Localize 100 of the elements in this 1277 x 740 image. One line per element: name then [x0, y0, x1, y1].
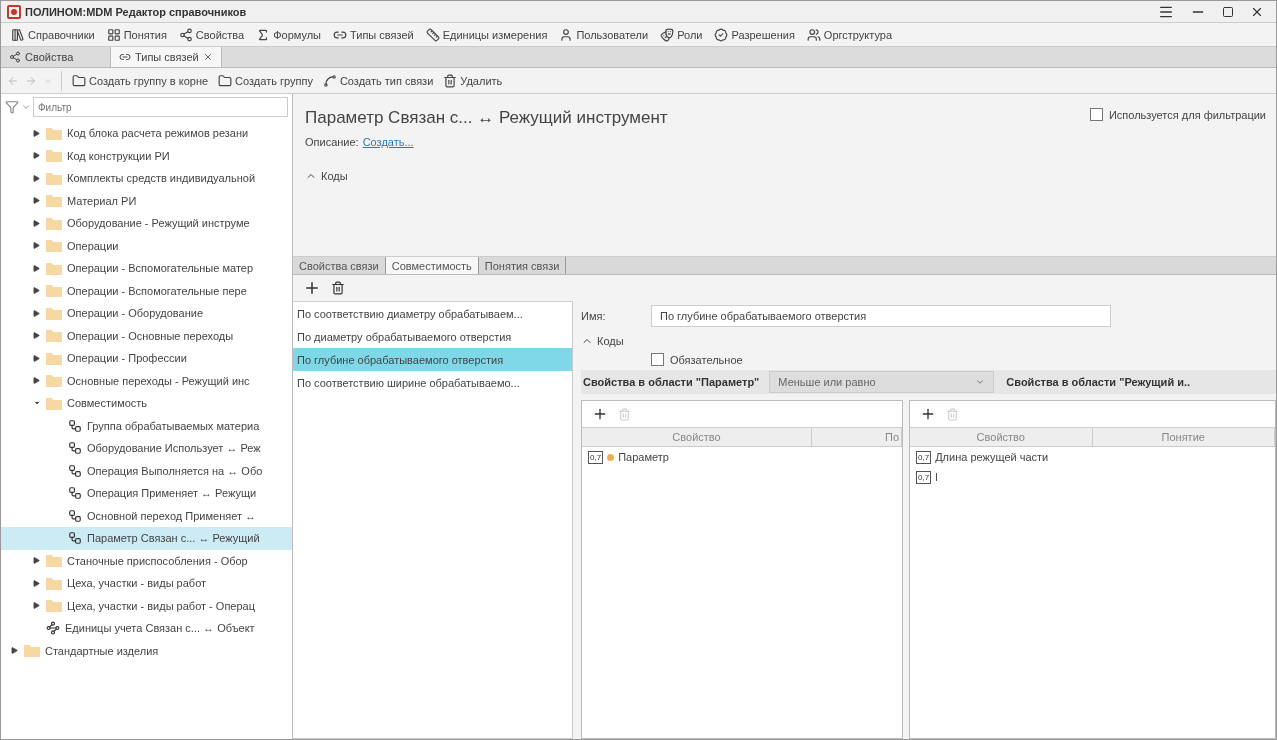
filter-checkbox[interactable]: Используется для фильтрации [1089, 108, 1266, 121]
tree-item[interactable]: Основной переход Применяет ↔ [1, 504, 292, 527]
property-name: Длина режущей части [935, 451, 1049, 463]
folder-icon [72, 73, 86, 88]
tree-item[interactable]: Материал РИ [1, 189, 292, 212]
tree-item[interactable]: Цеха, участки - виды работ [1, 572, 292, 595]
expander-icon[interactable] [11, 647, 19, 655]
relation-title: Параметр Связан с... ↔ Режущий инструмент [305, 108, 668, 128]
operator-dropdown[interactable]: Меньше или равно [769, 371, 995, 393]
codes-toggle[interactable]: Коды [581, 335, 1276, 347]
toolbar-button[interactable]: Создать группу в корне [72, 73, 209, 88]
tree-item[interactable]: Основные переходы - Режущий инс [1, 369, 292, 392]
expander-icon[interactable] [33, 377, 41, 385]
toolbar-button[interactable]: Создать группу [218, 73, 313, 88]
tree-item[interactable]: Группа обрабатываемых материа [1, 414, 292, 437]
menu-item[interactable]: Роли [660, 27, 703, 42]
tree-item[interactable]: Операции [1, 234, 292, 257]
tree-item[interactable]: Стандартные изделия [1, 639, 292, 662]
list-item[interactable]: По диаметру обрабатываемого отверстия [293, 325, 572, 348]
masks-icon [660, 27, 675, 42]
expander-icon[interactable] [33, 174, 41, 182]
tree-item[interactable]: Операции - Оборудование [1, 302, 292, 325]
filter-field[interactable]: Фильтр [33, 97, 288, 117]
menu-item[interactable]: Единицы измерения [425, 27, 548, 42]
folder-icon [46, 599, 62, 613]
toolbar-button[interactable]: Удалить [443, 73, 503, 88]
tree-item[interactable]: Совместимость [1, 392, 292, 415]
expander-icon[interactable] [33, 287, 41, 295]
table-row[interactable]: 0,7 Параметр [582, 447, 902, 467]
add-icon[interactable] [303, 279, 321, 297]
tree-item-label: Операции - Вспомогательные матер [67, 262, 254, 275]
users-icon [806, 27, 821, 42]
expander-icon[interactable] [33, 579, 41, 587]
add-icon[interactable] [592, 406, 608, 422]
tab[interactable]: Совместимость [385, 257, 479, 274]
folder-icon [46, 126, 62, 140]
tree-item[interactable]: Оборудование Использует ↔ Реж [1, 437, 292, 460]
create-link[interactable]: Создать... [362, 136, 414, 148]
dropdown-icon [21, 102, 31, 112]
tree-item[interactable]: Операция Выполняется на ↔ Обо [1, 459, 292, 482]
list-item[interactable]: По соответствию диаметру обрабатываем... [293, 302, 572, 325]
tree-item[interactable]: Оборудование - Режущий инструме [1, 212, 292, 235]
expander-icon[interactable] [33, 309, 41, 317]
tree-item[interactable]: Операции - Вспомогательные матер [1, 257, 292, 280]
tree-item-label: Оборудование Использует ↔ Реж [87, 442, 261, 455]
tree-item[interactable]: Операция Применяет ↔ Режущи [1, 482, 292, 505]
name-field[interactable]: По глубине обрабатываемого отверстия [651, 305, 1111, 327]
menu-item[interactable]: Оргструктура [806, 27, 893, 42]
folder-icon [46, 194, 62, 208]
expander-icon[interactable] [33, 354, 41, 362]
required-checkbox[interactable]: Обязательное [651, 353, 1276, 366]
tree-item-label: Основной переход Применяет ↔ [87, 509, 256, 522]
close-icon[interactable] [202, 52, 213, 62]
tree-item[interactable]: Параметр Связан с... ↔ Режущий [1, 527, 292, 550]
checkbox[interactable] [651, 353, 664, 366]
codes-toggle[interactable]: Коды [305, 170, 1266, 182]
tree-item[interactable]: Операции - Основные переходы [1, 324, 292, 347]
expander-icon[interactable] [33, 332, 41, 340]
menu-item[interactable]: Типы связей [333, 27, 414, 42]
expander-icon[interactable] [33, 557, 41, 565]
description-label: Описание: [305, 136, 359, 148]
relation-icon [68, 463, 82, 478]
menu-item[interactable]: Формулы [256, 27, 322, 42]
tree-item[interactable]: Операции - Профессии [1, 347, 292, 370]
menu-item[interactable]: Пользователи [559, 27, 649, 42]
tree-item[interactable]: Станочные приспособления - Обор [1, 549, 292, 572]
menu-item[interactable]: Понятия [106, 27, 167, 42]
tree-item-label: Материал РИ [67, 194, 137, 207]
expander-icon[interactable] [33, 129, 41, 137]
expander-icon[interactable] [33, 197, 41, 205]
tree-item[interactable]: Код конструкции РИ [1, 144, 292, 167]
link-icon [119, 51, 131, 63]
document-tab[interactable]: Типы связей [111, 47, 222, 67]
expander-icon[interactable] [33, 152, 41, 160]
relation-icon [68, 418, 82, 433]
tree-item-label: Единицы учета Связан с... ↔ Объект [65, 622, 255, 635]
trash-icon[interactable] [331, 281, 345, 295]
connector-icon [322, 73, 337, 88]
folder-icon [46, 554, 62, 568]
menu-item[interactable]: Разрешения [714, 27, 795, 42]
tree-item[interactable]: Код блока расчета режимов резани [1, 122, 292, 145]
tree-item[interactable]: Комплекты средств индивидуальной [1, 167, 292, 190]
tree-item[interactable]: Операции - Вспомогательные пере [1, 279, 292, 302]
table-row[interactable]: 0,7 l [910, 467, 1275, 487]
tree-item[interactable]: Единицы учета Связан с... ↔ Объект [1, 617, 292, 640]
expander-icon[interactable] [33, 242, 41, 250]
expander-icon[interactable] [33, 602, 41, 610]
expander-icon[interactable] [33, 219, 41, 227]
table-row[interactable]: 0,7 Длина режущей части [910, 447, 1275, 467]
add-icon[interactable] [920, 406, 936, 422]
list-item[interactable]: По соответствию ширине обрабатываемо... [293, 371, 572, 394]
list-item[interactable]: По глубине обрабатываемого отверстия [293, 348, 572, 371]
toolbar-button[interactable]: Создать тип связи [322, 73, 434, 88]
menu-item[interactable]: Справочники [11, 27, 95, 42]
ruler-icon [425, 27, 440, 42]
expander-icon[interactable] [33, 264, 41, 272]
tree-item[interactable]: Цеха, участки - виды работ - Операц [1, 594, 292, 617]
menu-item[interactable]: Свойства [178, 27, 245, 42]
tree-item-label: Цеха, участки - виды работ - Операц [67, 599, 255, 612]
checkbox[interactable] [1089, 108, 1103, 121]
